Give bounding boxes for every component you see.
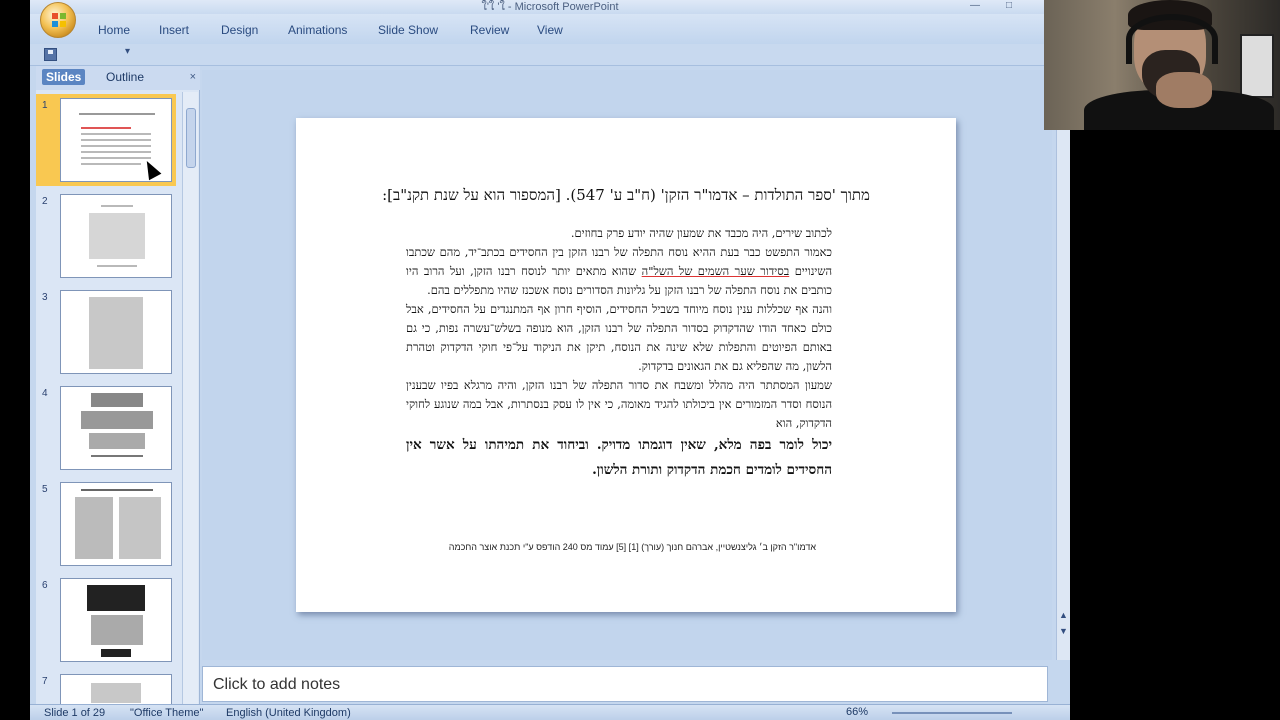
slide-thumbnail-image [60,482,172,566]
tab-slides[interactable]: Slides [42,69,86,85]
wall-poster [1240,34,1274,98]
slide-number: 5 [42,484,48,495]
right-black-border [1070,130,1280,720]
previous-slide-icon[interactable]: ▲ [1059,610,1068,620]
slide-number: 1 [42,100,48,111]
presenter-hand [1156,72,1212,108]
paragraph: והנה אף שכללות ענין נוסח מיוחד בשביל החס… [406,302,832,373]
slide-number: 7 [42,676,48,687]
status-bar: Slide 1 of 29 "Office Theme" English (Un… [30,704,1070,720]
notes-placeholder: Click to add notes [213,676,341,693]
slide-thumbnail-image [60,194,172,278]
zoom-level[interactable]: 66% [846,706,868,718]
slide-number: 3 [42,292,48,303]
tab-insert[interactable]: Insert [159,23,189,37]
close-panel-icon[interactable]: × [190,71,196,83]
panel-tabs: Slides Outline × [36,66,200,90]
ribbon-tabs: Home Insert Design Animations Slide Show… [30,14,1070,44]
tab-home[interactable]: Home [98,23,130,37]
slide-canvas[interactable]: מתוך 'ספר התולדות – אדמו"ר הזקן' (ח"ב ע'… [296,118,956,612]
theme-name: "Office Theme" [130,707,204,719]
save-icon[interactable] [44,48,57,61]
left-black-border [0,0,30,720]
zoom-slider[interactable] [892,712,1012,714]
slide-thumbnail[interactable]: 7 [36,670,176,706]
language-indicator[interactable]: English (United Kingdom) [226,707,351,719]
slide-thumbnail-image [60,290,172,374]
paragraph: לכתוב שירים, היה מכבד את שמעון שהיה יודע… [570,226,832,240]
tab-outline[interactable]: Outline [106,70,144,84]
tab-slide-show[interactable]: Slide Show [378,23,438,37]
slide-thumbnail[interactable]: 1 [36,94,176,186]
slides-panel: Slides Outline × 1 2 3 4 5 6 7 [36,66,200,706]
scrollbar-thumb[interactable] [186,108,196,168]
customize-toolbar-icon[interactable]: ▾ [125,46,130,57]
office-logo-icon [52,13,66,27]
next-slide-icon[interactable]: ▼ [1059,626,1068,636]
paragraph: שמעון המסתתר היה מהלל ומשבח את סדור התפל… [406,378,832,430]
notes-pane[interactable]: Click to add notes [202,666,1048,702]
slide-thumbnail[interactable]: 6 [36,574,176,666]
slides-scrollbar[interactable] [182,92,198,704]
minimize-icon[interactable]: — [970,0,980,11]
slide-number: 4 [42,388,48,399]
paragraph: יכול לומר בפה מלא, שאין דוגמתו מדויק. וב… [406,437,832,478]
slide-thumbnail-image [60,674,172,706]
slide-number: 6 [42,580,48,591]
window-title: ใ'ใ 'ใ - Microsoft PowerPoint [481,1,619,13]
powerpoint-window: ใ'ใ 'ใ - Microsoft PowerPoint — □ Home I… [30,0,1070,720]
slide-thumbnail[interactable]: 3 [36,286,176,378]
slide-scrollbar[interactable]: ▲ ▲ ▼ [1056,70,1070,660]
slide-thumbnail-image [60,386,172,470]
slide-title[interactable]: מתוך 'ספר התולדות – אדמו"ר הזקן' (ח"ב ע'… [316,186,936,205]
slide-thumbnail[interactable]: 2 [36,190,176,282]
headset-icon [1126,14,1218,64]
tab-animations[interactable]: Animations [288,23,347,37]
paragraph: כאמור התפשט כבר בעת ההיא נוסח התפלה של ר… [406,243,832,300]
slide-number: 2 [42,196,48,207]
slide-body-text[interactable]: לכתוב שירים, היה מכבד את שמעון שהיה יודע… [406,224,832,483]
maximize-icon[interactable]: □ [1006,0,1012,11]
tab-view[interactable]: View [537,23,563,37]
office-button[interactable] [40,2,76,38]
webcam-overlay [1044,0,1280,130]
slide-source-citation: אדמו"ר הזקן ב׳ גליצנשטיין, אברהם חנוך (ע… [448,542,816,552]
tab-review[interactable]: Review [470,23,509,37]
quick-access-toolbar: ▾ [30,44,1070,66]
slide-editing-area: מתוך 'ספר התולדות – אדמו"ר הזקן' (ח"ב ע'… [202,70,1052,660]
slide-thumbnail-image [60,578,172,662]
title-bar: ใ'ใ 'ใ - Microsoft PowerPoint — □ [30,0,1070,14]
underlined-text: בסידור שער השמים של השל"ה [641,264,790,278]
slide-counter: Slide 1 of 29 [44,707,106,719]
tab-design[interactable]: Design [221,23,258,37]
slide-thumbnail[interactable]: 4 [36,382,176,474]
slide-thumbnail[interactable]: 5 [36,478,176,570]
